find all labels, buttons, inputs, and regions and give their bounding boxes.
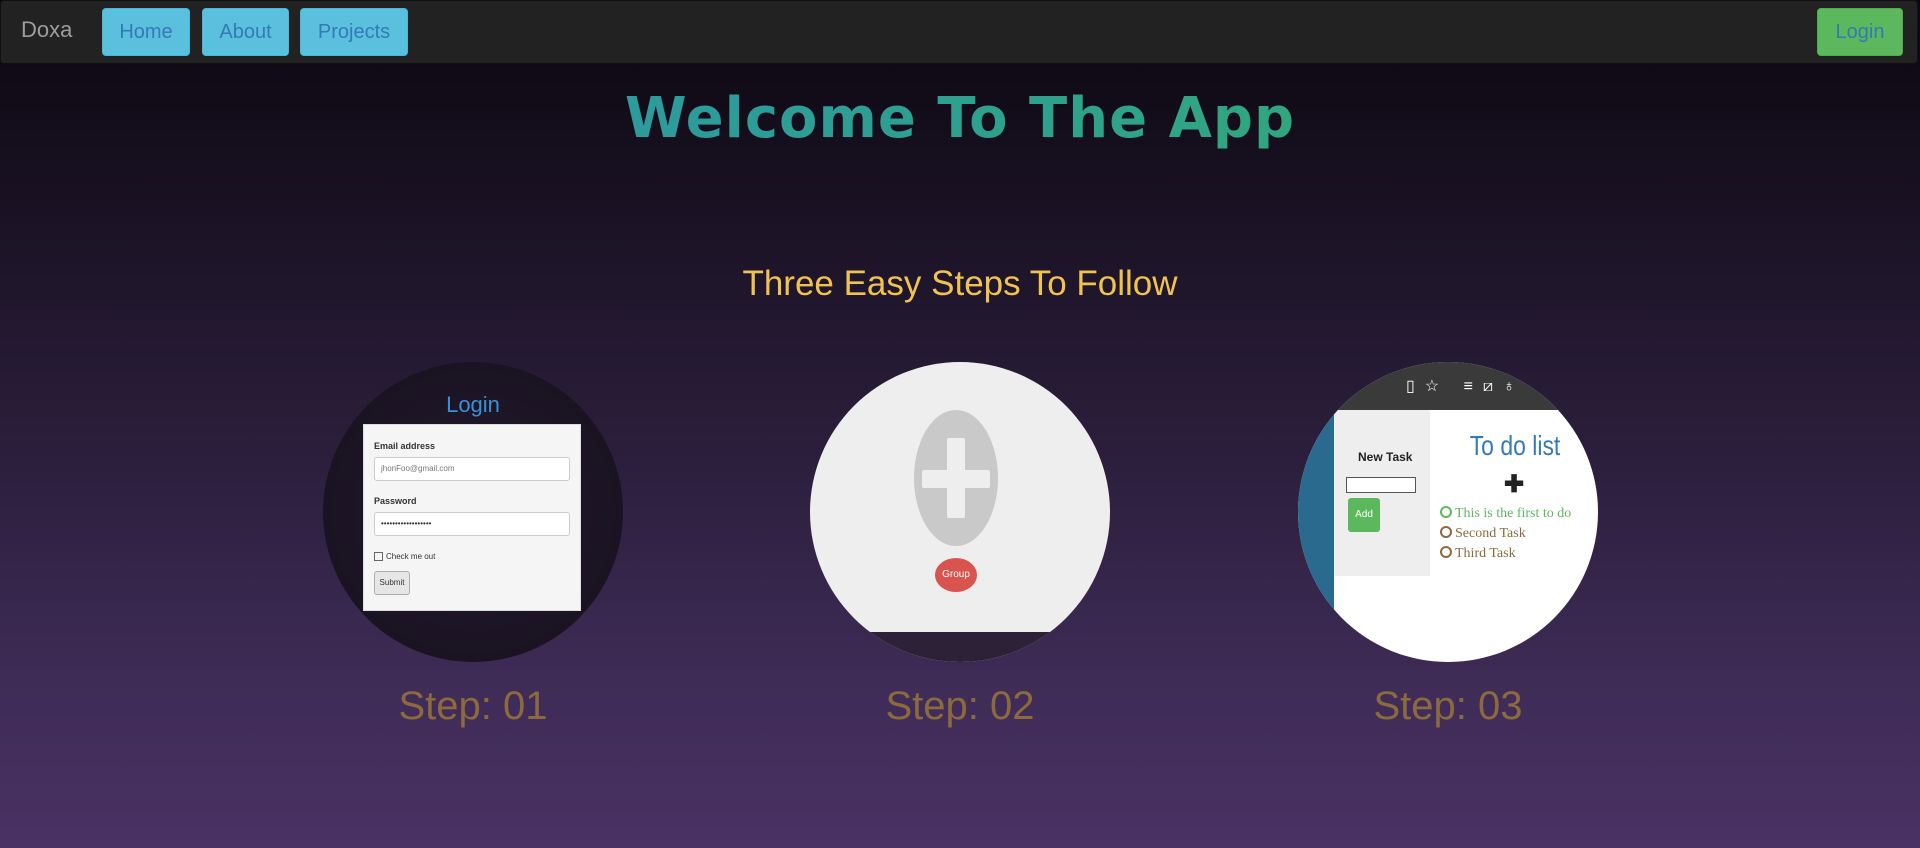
- step-3-preview: ▯☆ ≡⧄♁ New Task Add To do list ✚ This is…: [1298, 362, 1598, 662]
- plus-icon-horizontal: [922, 470, 990, 488]
- nav-home-button[interactable]: Home: [102, 8, 190, 56]
- preview-submit-button: Submit: [374, 571, 410, 595]
- circle-icon: [1440, 525, 1452, 538]
- add-icon: ✚: [1504, 471, 1525, 498]
- preview-email-label: Email address: [374, 441, 436, 451]
- preview-email-field: jhonFoo@gmail.com: [374, 457, 570, 481]
- step-1-label: Step: 01: [398, 684, 548, 728]
- preview-new-task-input: [1346, 477, 1416, 493]
- navbar: Doxa Home About Projects Login: [0, 0, 1918, 64]
- preview-login-title: Login: [446, 392, 500, 417]
- preview-left-strip: [1298, 410, 1334, 662]
- step-2-preview: Group: [810, 362, 1110, 662]
- preview-checkbox: Check me out: [374, 552, 436, 562]
- preview-add-button: Add: [1348, 498, 1380, 532]
- preview-checkbox-label: Check me out: [386, 552, 436, 561]
- preview-task-item: Second Task: [1440, 525, 1526, 542]
- preview-task-text: Second Task: [1455, 526, 1526, 541]
- nav-projects-button[interactable]: Projects: [300, 8, 408, 56]
- preview-browser-toolbar: ▯☆ ≡⧄♁: [1298, 362, 1598, 410]
- toolbar-icons: ▯☆ ≡⧄♁: [1406, 378, 1526, 395]
- preview-password-field: ••••••••••••••••••: [374, 512, 570, 536]
- page-subtitle: Three Easy Steps To Follow: [742, 264, 1178, 303]
- step-3-label: Step: 03: [1373, 684, 1523, 728]
- preview-task-item: This is the first to do: [1440, 505, 1572, 522]
- circle-icon: [1440, 505, 1452, 518]
- preview-new-task-label: New Task: [1358, 450, 1413, 464]
- step-2-label: Step: 02: [885, 684, 1035, 728]
- checkbox-icon: [374, 552, 383, 562]
- preview-task-text: This is the first to do: [1455, 506, 1572, 521]
- brand-logo[interactable]: Doxa: [21, 17, 72, 43]
- preview-task-text: Third Task: [1455, 546, 1516, 561]
- preview-todo-title: To do list: [1469, 430, 1561, 461]
- preview-new-task-panel: [1334, 410, 1430, 576]
- preview-group-button: Group: [935, 558, 977, 592]
- preview-shadow: [810, 632, 1110, 662]
- login-button[interactable]: Login: [1817, 8, 1903, 56]
- page-title: Welcome To The App: [0, 86, 1920, 151]
- preview-login-form: Email address jhonFoo@gmail.com Password…: [363, 424, 581, 611]
- preview-password-label: Password: [374, 496, 417, 506]
- preview-task-item: Third Task: [1440, 545, 1516, 562]
- nav-about-button[interactable]: About: [202, 8, 289, 56]
- circle-icon: [1440, 545, 1452, 558]
- step-1-preview: Login Email address jhonFoo@gmail.com Pa…: [323, 362, 623, 662]
